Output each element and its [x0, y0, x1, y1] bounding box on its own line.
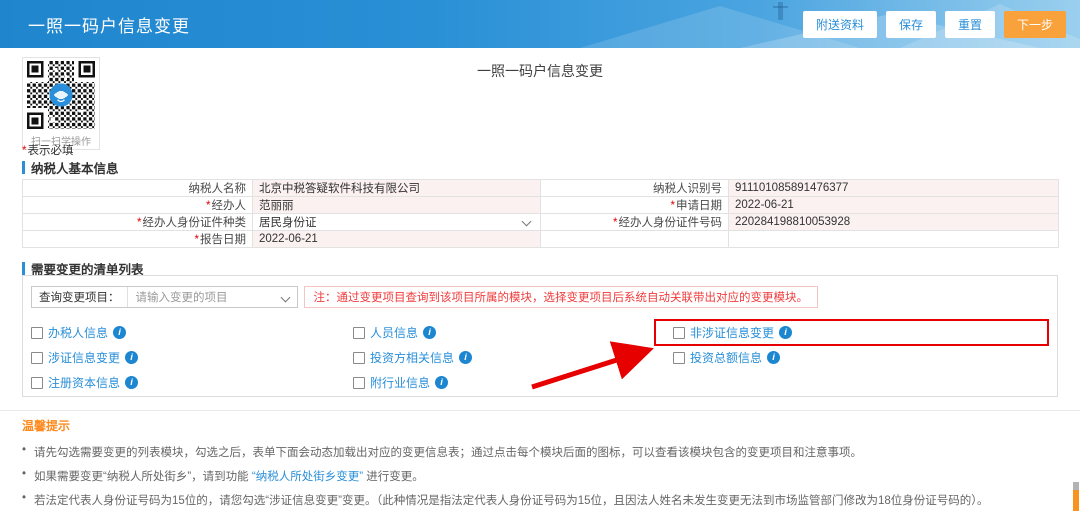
qr-code-image: [27, 61, 95, 129]
agent-label: *经办人: [23, 197, 253, 214]
empty-cell: [729, 231, 1059, 248]
chevron-down-icon: [280, 293, 290, 303]
tips-title: 温馨提示: [22, 417, 1050, 434]
section-title: 纳税人基本信息: [31, 158, 119, 177]
apply-date-field[interactable]: 2022-06-21: [729, 197, 1059, 214]
module-checkbox[interactable]: [353, 327, 365, 339]
agent-id-type-label: *经办人身份证件种类: [23, 214, 253, 231]
info-icon[interactable]: i: [125, 351, 138, 364]
tip-item: 如果需要变更“纳税人所处街乡”，请到功能 “纳税人所处街乡变更” 进行变更。: [22, 468, 1050, 484]
report-date-label: *报告日期: [23, 231, 253, 248]
change-list-panel: 查询变更项目： 请输入变更的项目 注：通过变更项目查询到该项目所属的模块，选择变…: [22, 275, 1058, 397]
page-title: 一照一码户信息变更: [28, 12, 190, 37]
module-item-zhuceziben[interactable]: 注册资本信息 i: [31, 374, 353, 391]
tips-list: 请先勾选需要变更的列表模块，勾选之后，表单下面会动态加载出对应的变更信息表；通过…: [22, 444, 1050, 508]
info-icon[interactable]: i: [459, 351, 472, 364]
section-bar: [22, 161, 25, 174]
query-row: 查询变更项目： 请输入变更的项目 注：通过变更项目查询到该项目所属的模块，选择变…: [31, 286, 818, 308]
required-note-text: 表示必填: [27, 145, 73, 157]
query-control: 查询变更项目： 请输入变更的项目: [31, 286, 298, 308]
module-item-shezheng[interactable]: 涉证信息变更 i: [31, 349, 353, 366]
required-note: *表示必填: [22, 142, 73, 158]
module-grid: 办税人信息 i 人员信息 i 非涉证信息变更 i 涉证信息变更 i: [31, 320, 1049, 395]
module-item-renyuan[interactable]: 人员信息 i: [353, 324, 673, 341]
form-title: 一照一码户信息变更: [0, 61, 1080, 81]
info-icon[interactable]: i: [435, 376, 448, 389]
module-checkbox[interactable]: [31, 352, 43, 364]
required-star: *: [22, 145, 26, 157]
module-item-hangye[interactable]: 附行业信息 i: [353, 374, 673, 391]
table-row: *报告日期 2022-06-21: [23, 231, 1059, 248]
module-checkbox[interactable]: [673, 327, 685, 339]
module-checkbox[interactable]: [31, 377, 43, 389]
agent-id-type-select[interactable]: 居民身份证: [253, 214, 541, 231]
divider: [0, 410, 1080, 411]
street-township-change-link[interactable]: “纳税人所处街乡变更”: [252, 471, 363, 483]
tip-item: 请先勾选需要变更的列表模块，勾选之后，表单下面会动态加载出对应的变更信息表；通过…: [22, 444, 1050, 460]
scrollbar-cap[interactable]: [1073, 482, 1079, 490]
section-bar: [22, 262, 25, 275]
save-button[interactable]: 保存: [886, 11, 936, 38]
tip-item: 若法定代表人身份证号码为15位的，请您勾选“涉证信息变更”变更。（此种情况是指法…: [22, 492, 1050, 508]
info-icon[interactable]: i: [423, 326, 436, 339]
qr-code: 扫一扫学操作: [22, 57, 100, 150]
module-checkbox[interactable]: [353, 352, 365, 364]
taxpayer-name-label: 纳税人名称: [23, 180, 253, 197]
attach-materials-button[interactable]: 附送资料: [803, 11, 877, 38]
apply-date-label: *申请日期: [541, 197, 729, 214]
change-item-select[interactable]: 请输入变更的项目: [127, 287, 297, 307]
chevron-down-icon: [522, 217, 532, 227]
taxpayer-id-label: 纳税人识别号: [541, 180, 729, 197]
module-item-feisheng[interactable]: 非涉证信息变更 i: [673, 324, 792, 341]
scrollbar-thumb[interactable]: [1073, 490, 1079, 511]
table-row: *经办人 范丽丽 *申请日期 2022-06-21: [23, 197, 1059, 214]
info-icon[interactable]: i: [125, 376, 138, 389]
module-checkbox[interactable]: [673, 352, 685, 364]
basic-info-table: 纳税人名称 北京中税答疑软件科技有限公司 纳税人识别号 911101085891…: [22, 179, 1059, 248]
info-icon[interactable]: i: [779, 326, 792, 339]
info-icon[interactable]: i: [113, 326, 126, 339]
module-item-touzifang[interactable]: 投资方相关信息 i: [353, 349, 673, 366]
table-row: *经办人身份证件种类 居民身份证 *经办人身份证件号码 220284198810…: [23, 214, 1059, 231]
next-step-button[interactable]: 下一步: [1004, 11, 1066, 38]
form-content: 一照一码户信息变更 扫一扫学操作 *表示必填: [0, 48, 1080, 511]
module-item-touzizonge[interactable]: 投资总额信息 i: [673, 349, 1049, 366]
report-date-field[interactable]: 2022-06-21: [253, 231, 541, 248]
agent-id-no-label: *经办人身份证件号码: [541, 214, 729, 231]
taxpayer-name-field[interactable]: 北京中税答疑软件科技有限公司: [253, 180, 541, 197]
module-item-banshuiren[interactable]: 办税人信息 i: [31, 324, 353, 341]
reset-button[interactable]: 重置: [945, 11, 995, 38]
table-row: 纳税人名称 北京中税答疑软件科技有限公司 纳税人识别号 911101085891…: [23, 180, 1059, 197]
header-actions: 附送资料 保存 重置 下一步: [803, 11, 1066, 38]
tips-section: 温馨提示 请先勾选需要变更的列表模块，勾选之后，表单下面会动态加载出对应的变更信…: [22, 417, 1050, 516]
scrollbar[interactable]: [1073, 482, 1079, 511]
top-header: 一照一码户信息变更 附送资料 保存 重置 下一步: [0, 0, 1080, 48]
taxpayer-id-field[interactable]: 911101085891476377: [729, 180, 1059, 197]
query-note: 注：通过变更项目查询到该项目所属的模块，选择变更项目后系统自动关联带出对应的变更…: [304, 286, 819, 308]
section-basic-info: 纳税人基本信息: [22, 158, 119, 177]
agent-field[interactable]: 范丽丽: [253, 197, 541, 214]
highlight-red-box: 非涉证信息变更 i: [654, 319, 1049, 346]
module-checkbox[interactable]: [31, 327, 43, 339]
module-checkbox[interactable]: [353, 377, 365, 389]
agent-id-no-field[interactable]: 220284198810053928: [729, 214, 1059, 231]
query-label: 查询变更项目：: [32, 289, 127, 305]
empty-cell: [541, 231, 729, 248]
info-icon[interactable]: i: [767, 351, 780, 364]
select-placeholder: 请输入变更的项目: [136, 289, 228, 305]
